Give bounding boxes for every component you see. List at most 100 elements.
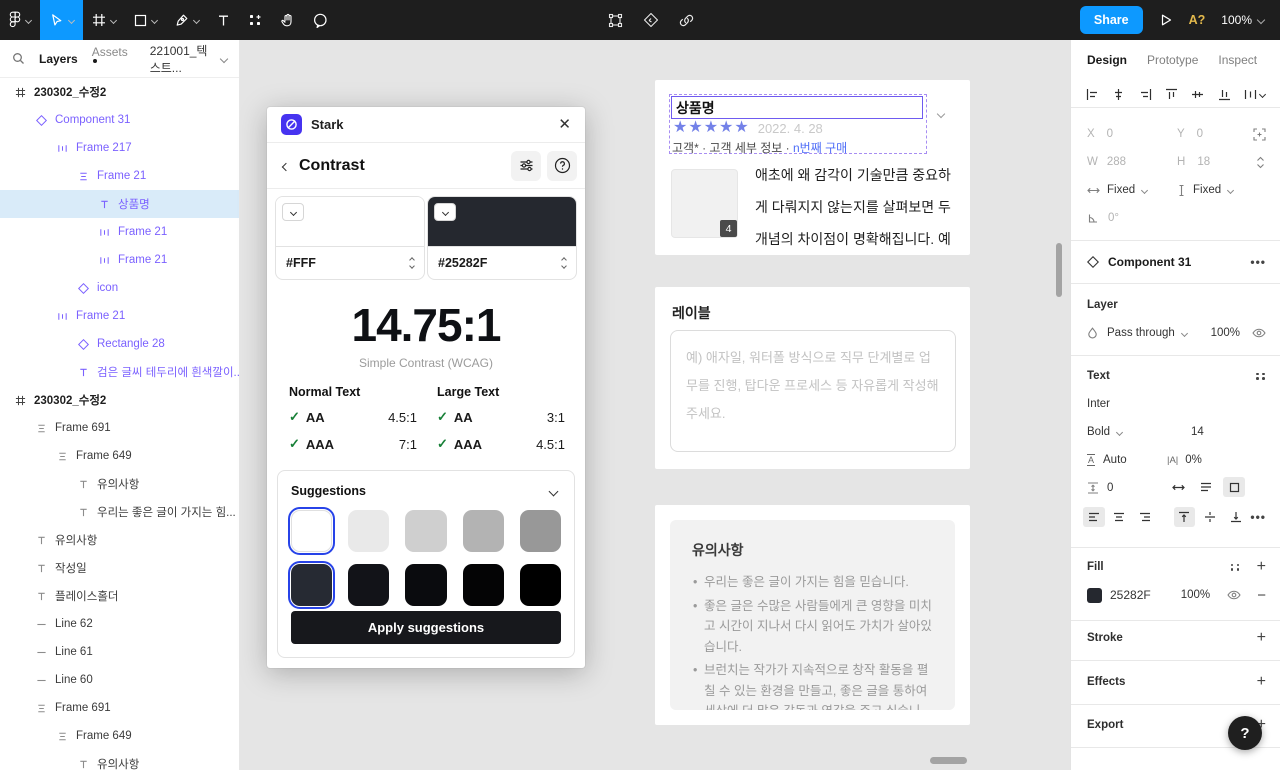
corner-target-icon[interactable]	[1253, 124, 1266, 144]
pen-tool-button[interactable]	[166, 0, 208, 40]
vertical-align-bottom-icon[interactable]	[1225, 507, 1247, 527]
tab-layers[interactable]: Layers	[39, 52, 78, 66]
suggestion-swatch[interactable]	[463, 564, 504, 606]
align-top-icon[interactable]	[1165, 88, 1178, 101]
align-h-center-icon[interactable]	[1112, 88, 1125, 101]
x-position-field[interactable]: X0	[1087, 124, 1113, 144]
layer-row[interactable]: Frame 649	[0, 722, 239, 750]
close-icon[interactable]: ✕	[558, 117, 571, 132]
auto-width-icon[interactable]	[1167, 477, 1189, 497]
font-size-field[interactable]: 14	[1191, 422, 1204, 442]
text-styles-icon[interactable]	[1256, 373, 1266, 380]
constrain-proportions-icon[interactable]	[1255, 152, 1266, 172]
layer-row[interactable]: Line 62	[0, 610, 239, 638]
help-button[interactable]	[547, 151, 577, 181]
frame-tool-button[interactable]	[83, 0, 125, 40]
add-stroke-button[interactable]: +	[1257, 630, 1266, 646]
y-position-field[interactable]: Y0	[1177, 124, 1203, 144]
tab-prototype[interactable]: Prototype	[1147, 53, 1198, 67]
align-v-center-icon[interactable]	[1191, 88, 1204, 101]
edit-object-icon[interactable]	[608, 13, 623, 28]
layer-row[interactable]: 유의사항	[0, 526, 239, 554]
layer-row[interactable]: Frame 217	[0, 134, 239, 162]
chevron-down-icon[interactable]	[549, 486, 559, 496]
fixed-size-icon[interactable]	[1223, 477, 1245, 497]
tab-assets[interactable]: Assets	[92, 45, 128, 73]
vertical-align-top-icon[interactable]	[1174, 507, 1196, 527]
fill-styles-icon[interactable]	[1231, 564, 1241, 571]
move-tool-button[interactable]	[40, 0, 83, 40]
link-icon[interactable]	[679, 13, 694, 28]
resources-tool-button[interactable]	[239, 0, 271, 40]
search-icon[interactable]	[12, 52, 25, 65]
shape-tool-button[interactable]	[125, 0, 166, 40]
layer-row[interactable]: Line 61	[0, 638, 239, 666]
stepper-icon[interactable]	[562, 258, 566, 268]
help-fab-button[interactable]: ?	[1228, 716, 1262, 750]
foreground-picker-dropdown[interactable]	[282, 203, 304, 221]
layer-row[interactable]: 플레이스홀더	[0, 582, 239, 610]
canvas-vertical-scrollbar[interactable]	[1056, 243, 1062, 297]
text-tool-button[interactable]	[208, 0, 239, 40]
suggestion-swatch[interactable]	[463, 510, 504, 552]
blend-mode-select[interactable]: Pass through	[1107, 327, 1175, 339]
tab-design[interactable]: Design	[1087, 53, 1127, 67]
back-button[interactable]	[283, 157, 289, 175]
rotation-field[interactable]: 0°	[1087, 208, 1119, 228]
layer-row[interactable]: Frame 691	[0, 694, 239, 722]
eye-icon[interactable]	[1227, 590, 1241, 600]
layer-row[interactable]: Component 31	[0, 106, 239, 134]
comment-tool-button[interactable]	[304, 0, 337, 40]
canvas-horizontal-scrollbar[interactable]	[930, 757, 967, 764]
hand-tool-button[interactable]	[271, 0, 304, 40]
layer-row[interactable]: Rectangle 28	[0, 330, 239, 358]
fill-hex-field[interactable]: 25282F	[1110, 588, 1151, 602]
align-left-icon[interactable]	[1086, 88, 1099, 101]
layer-row[interactable]: 우리는 좋은 글이 가지는 힘...	[0, 498, 239, 526]
add-effect-button[interactable]: +	[1257, 674, 1266, 690]
review-card-frame[interactable]: 상품명 ★★★★★ 2022. 4. 28 고객* · 고객 세부 정보 · n…	[655, 80, 970, 255]
suggestion-swatch[interactable]	[520, 564, 561, 606]
layer-row[interactable]: 유의사항	[0, 470, 239, 498]
eye-icon[interactable]	[1252, 328, 1266, 338]
paragraph-spacing-field[interactable]: 0	[1087, 478, 1113, 498]
main-menu-button[interactable]	[0, 0, 40, 40]
component-menu-button[interactable]: •••	[1250, 255, 1266, 269]
tab-inspect[interactable]: Inspect	[1218, 53, 1257, 67]
layer-row[interactable]: Frame 21	[0, 246, 239, 274]
text-more-options-button[interactable]: •••	[1250, 510, 1266, 524]
suggestion-swatch[interactable]	[348, 510, 389, 552]
layer-row[interactable]: 230302_수정2	[0, 78, 239, 106]
suggestion-swatch[interactable]	[405, 564, 446, 606]
layer-row[interactable]: 230302_수정2	[0, 386, 239, 414]
layer-row[interactable]: Frame 649	[0, 442, 239, 470]
present-play-icon[interactable]	[1159, 13, 1173, 27]
notice-card-frame[interactable]: 유의사항 우리는 좋은 글이 가지는 힘을 믿습니다.좋은 글은 수많은 사람들…	[655, 505, 970, 725]
stepper-icon[interactable]	[410, 258, 414, 268]
text-align-center-icon[interactable]	[1109, 507, 1131, 527]
text-align-right-icon[interactable]	[1134, 507, 1156, 527]
background-picker-dropdown[interactable]	[434, 203, 456, 221]
suggestion-swatch[interactable]	[291, 564, 332, 606]
fill-opacity-field[interactable]: 100%	[1181, 589, 1210, 601]
text-align-left-icon[interactable]	[1083, 507, 1105, 527]
droplet-icon[interactable]	[1087, 327, 1098, 340]
background-hex-input[interactable]: #25282F	[438, 256, 487, 270]
layer-row[interactable]: 작성일	[0, 554, 239, 582]
add-fill-button[interactable]: +	[1257, 559, 1266, 575]
height-field[interactable]: H18	[1177, 152, 1210, 172]
settings-sliders-button[interactable]	[511, 151, 541, 181]
product-name-text[interactable]: 상품명	[671, 96, 923, 119]
remove-fill-button[interactable]: −	[1257, 587, 1266, 604]
label-card-frame[interactable]: 레이블 예) 애자일, 워터폴 방식으로 직무 단계별로 업무를 진행, 탑다운…	[655, 287, 970, 469]
auto-height-icon[interactable]	[1195, 477, 1217, 497]
reset-instance-icon[interactable]	[643, 12, 659, 28]
layer-row[interactable]: Line 60	[0, 666, 239, 694]
layer-row[interactable]: Frame 21	[0, 302, 239, 330]
suggestion-swatch[interactable]	[291, 510, 332, 552]
font-weight-select[interactable]: Bold	[1087, 422, 1122, 442]
align-right-icon[interactable]	[1139, 88, 1152, 101]
width-field[interactable]: W288	[1087, 152, 1126, 172]
suggestion-swatch[interactable]	[405, 510, 446, 552]
page-selector[interactable]: 221001_텍스트...	[150, 42, 227, 76]
